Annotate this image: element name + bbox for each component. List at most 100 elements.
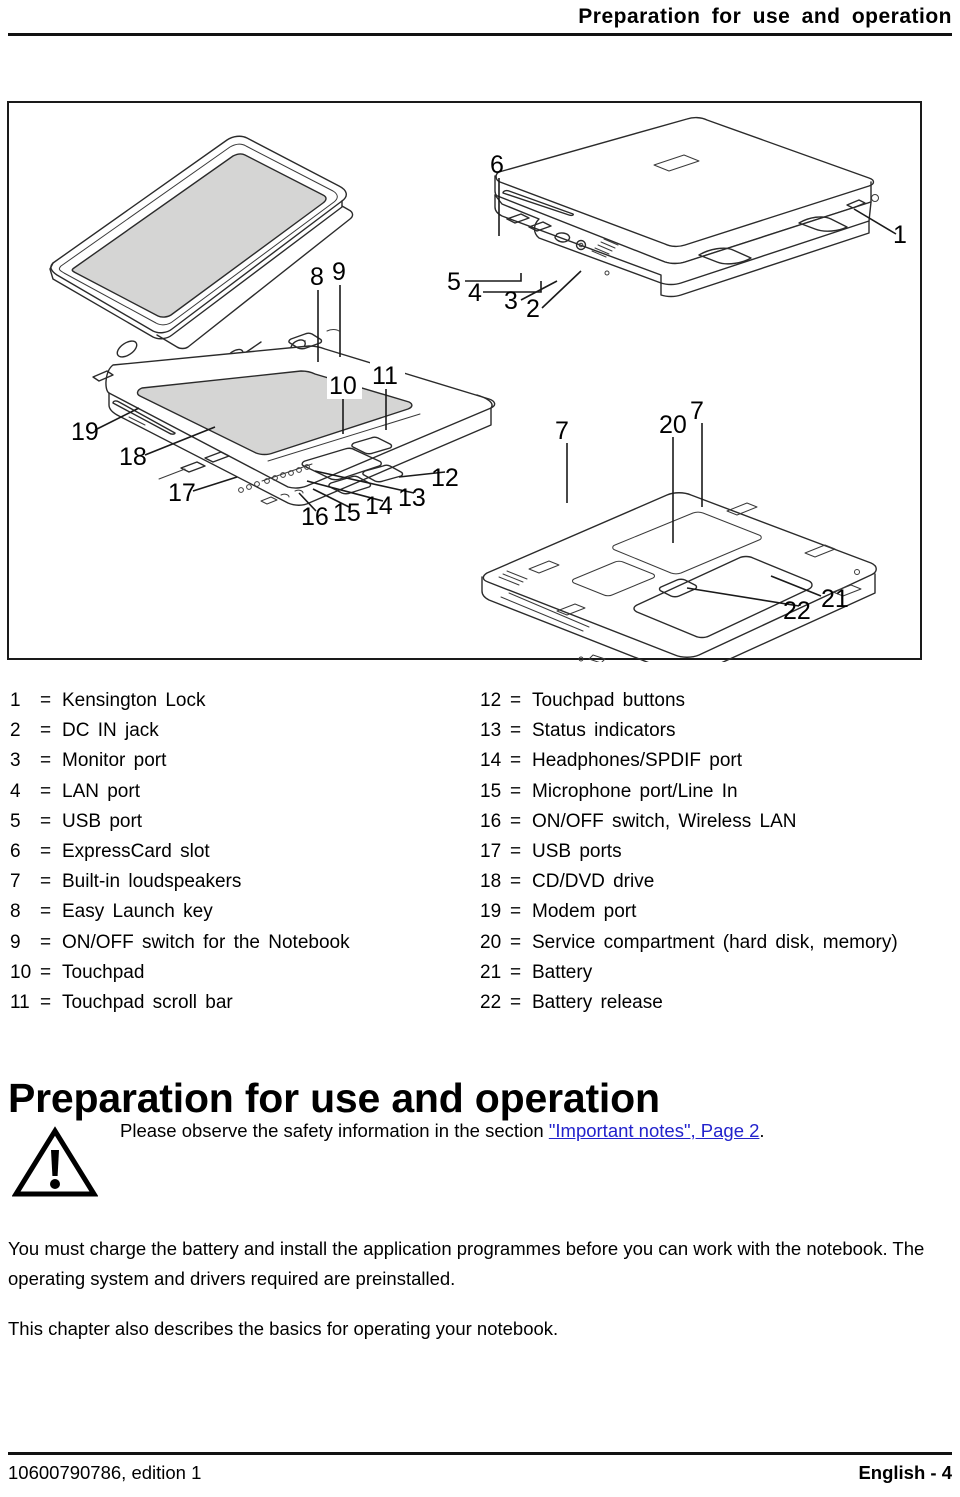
svg-text:14: 14 <box>365 492 393 520</box>
legend-equals: = <box>40 810 52 832</box>
legend-equals: = <box>40 961 52 983</box>
legend-number: 9 <box>10 931 21 953</box>
svg-text:20: 20 <box>659 411 687 439</box>
legend-number: 7 <box>10 871 21 893</box>
page-header-title: Preparation for use and operation <box>578 5 952 28</box>
legend-equals: = <box>510 780 522 802</box>
chapter-title: Preparation for use and operation <box>8 1075 660 1122</box>
legend-item: 17 = USB ports <box>480 837 950 867</box>
page-footer: 10600790786, edition 1 English - 4 <box>8 1460 952 1486</box>
footer-page-label: English - 4 <box>858 1462 952 1483</box>
legend-number: 6 <box>10 840 21 862</box>
figure-legend: 1 = Kensington Lock 2 = DC IN jack 3 = Monitor… <box>10 686 950 1018</box>
legend-label: Headphones/SPDIF port <box>532 750 743 772</box>
svg-text:8: 8 <box>310 263 324 291</box>
legend-equals: = <box>510 961 522 983</box>
body-copy: You must charge the battery and install … <box>8 1234 934 1364</box>
legend-label: ON/OFF switch for the Notebook <box>62 931 350 953</box>
legend-label: Touchpad <box>62 961 145 983</box>
legend-number: 21 <box>480 961 502 983</box>
svg-text:18: 18 <box>119 443 147 471</box>
legend-number: 1 <box>10 690 21 711</box>
legend-number: 12 <box>480 690 502 711</box>
legend-column-left: 1 = Kensington Lock 2 = DC IN jack 3 = Monitor… <box>10 686 480 1018</box>
safety-note-block: Please observe the safety information in… <box>8 1118 938 1198</box>
svg-text:16: 16 <box>301 503 329 531</box>
legend-number: 5 <box>10 810 21 832</box>
safety-note-prefix: Please observe the safety information in… <box>120 1120 549 1141</box>
legend-number: 15 <box>480 780 502 802</box>
legend-item: 14 = Headphones/SPDIF port <box>480 746 950 776</box>
legend-label: Monitor port <box>62 750 167 772</box>
legend-equals: = <box>510 840 522 862</box>
svg-text:21: 21 <box>821 585 849 613</box>
legend-number: 10 <box>10 961 32 983</box>
open-notebook-illustration <box>49 135 496 506</box>
legend-label: Status indicators <box>532 720 676 742</box>
legend-equals: = <box>40 720 52 742</box>
legend-label: LAN port <box>62 780 140 802</box>
footer-document-id: 10600790786, edition 1 <box>8 1462 202 1483</box>
legend-item: 15 = Microphone port/Line In <box>480 777 950 807</box>
legend-item: 5 = USB port <box>10 807 480 837</box>
legend-item: 2 = DC IN jack <box>10 716 480 746</box>
legend-number: 18 <box>480 871 502 893</box>
legend-equals: = <box>40 871 52 893</box>
legend-item: 12 = Touchpad buttons <box>480 686 950 716</box>
legend-equals: = <box>510 750 522 772</box>
figure-box: 6 1 5 4 3 2 8 9 10 11 7 20 7 19 18 17 16… <box>7 101 922 662</box>
svg-text:4: 4 <box>468 279 482 307</box>
svg-text:17: 17 <box>168 479 196 507</box>
legend-label: Service compartment (hard disk, memory) <box>532 931 898 953</box>
svg-text:11: 11 <box>372 362 398 390</box>
legend-number: 16 <box>480 810 502 832</box>
legend-label: Microphone port/Line In <box>532 780 738 802</box>
legend-equals: = <box>40 780 52 802</box>
legend-number: 13 <box>480 720 502 742</box>
legend-item: 19 = Modem port <box>480 897 950 927</box>
safety-note-suffix: . <box>759 1120 765 1141</box>
legend-item: 18 = CD/DVD drive <box>480 867 950 897</box>
legend-item: 7 = Built-in loudspeakers <box>10 867 480 897</box>
legend-equals: = <box>40 991 52 1013</box>
legend-item: 20 = Service compartment (hard disk, memor… <box>480 928 950 958</box>
legend-number: 17 <box>480 840 502 862</box>
legend-number: 3 <box>10 750 21 772</box>
legend-label: USB port <box>62 810 143 832</box>
svg-text:10: 10 <box>329 372 357 400</box>
legend-equals: = <box>510 720 522 742</box>
legend-item: 10 = Touchpad <box>10 958 480 988</box>
page-header: Preparation for use and operation <box>8 4 952 30</box>
important-notes-link[interactable]: "Important notes", Page 2 <box>549 1120 760 1141</box>
legend-equals: = <box>510 991 522 1013</box>
legend-number: 8 <box>10 901 21 923</box>
legend-equals: = <box>40 840 52 862</box>
svg-text:2: 2 <box>526 295 540 323</box>
legend-item: 4 = LAN port <box>10 777 480 807</box>
svg-text:9: 9 <box>332 258 346 286</box>
legend-item: 11 = Touchpad scroll bar <box>10 988 480 1018</box>
legend-column-right: 12 = Touchpad buttons 13 = Status indicators… <box>480 686 950 1018</box>
warning-triangle-icon <box>12 1126 98 1197</box>
svg-text:7: 7 <box>690 397 704 425</box>
legend-number: 14 <box>480 750 502 772</box>
legend-equals: = <box>510 901 522 923</box>
legend-item: 8 = Easy Launch key <box>10 897 480 927</box>
svg-text:13: 13 <box>398 484 426 512</box>
legend-label: Touchpad buttons <box>532 690 686 711</box>
svg-text:22: 22 <box>783 597 811 625</box>
svg-text:1: 1 <box>893 221 907 249</box>
legend-item: 3 = Monitor port <box>10 746 480 776</box>
legend-item: 21 = Battery <box>480 958 950 988</box>
legend-item: 1 = Kensington Lock <box>10 686 480 716</box>
legend-number: 2 <box>10 720 21 742</box>
legend-equals: = <box>40 931 52 953</box>
legend-item: 13 = Status indicators <box>480 716 950 746</box>
notebook-bottom-illustration <box>481 492 877 662</box>
legend-number: 4 <box>10 780 21 802</box>
legend-label: Touchpad scroll bar <box>62 991 233 1013</box>
svg-text:15: 15 <box>333 499 361 527</box>
svg-text:6: 6 <box>490 151 504 179</box>
legend-label: CD/DVD drive <box>532 871 655 893</box>
legend-number: 11 <box>10 991 30 1013</box>
